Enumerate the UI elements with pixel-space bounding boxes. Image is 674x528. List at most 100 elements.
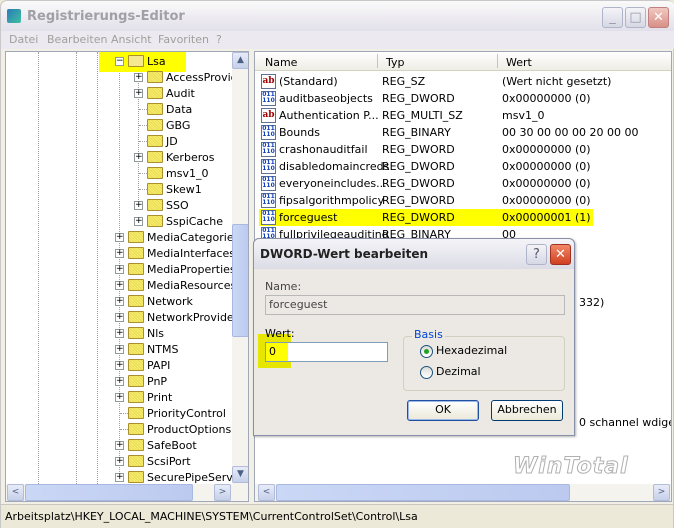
- cancel-button[interactable]: Abbrechen: [491, 400, 563, 421]
- table-row[interactable]: 011 110 everyoneincludes... REG_DWORD 0x0000…: [255, 175, 671, 192]
- tree-item-lsa[interactable]: − Lsa: [110, 53, 230, 70]
- list-horizontal-scrollbar[interactable]: < >: [255, 484, 671, 501]
- menu-help[interactable]: ?: [216, 33, 222, 46]
- expand-icon[interactable]: +: [115, 313, 124, 322]
- key-tree[interactable]: − Lsa + AccessProvide + Audit Data GBG JD + Kerb…: [5, 51, 249, 502]
- tree-item[interactable]: + Nls: [110, 325, 248, 342]
- expand-icon[interactable]: +: [115, 249, 124, 258]
- tree-item[interactable]: + SafeBoot: [110, 437, 248, 454]
- table-row[interactable]: 011 110 disabledomaincreds REG_DWORD 0x00000…: [255, 158, 671, 175]
- tree-item[interactable]: JD: [129, 133, 248, 150]
- tree-horizontal-scrollbar[interactable]: < >: [6, 484, 248, 501]
- column-header-name[interactable]: Name: [265, 56, 297, 69]
- radio-dezimal[interactable]: Dezimal: [420, 365, 520, 380]
- tree-item[interactable]: + Print: [110, 389, 248, 406]
- value-data: 0x00000000 (0): [502, 143, 591, 156]
- scroll-left-button[interactable]: <: [258, 484, 275, 501]
- expand-icon[interactable]: +: [115, 457, 124, 466]
- expand-icon[interactable]: +: [115, 361, 124, 370]
- tree-item[interactable]: GBG: [129, 117, 248, 134]
- table-row[interactable]: 011 110 fipsalgorithmpolicy REG_DWORD 0x0000…: [255, 192, 671, 209]
- tree-vertical-scrollbar[interactable]: ▲ ▼: [232, 52, 248, 484]
- expand-icon[interactable]: +: [115, 393, 124, 402]
- tree-item[interactable]: + NetworkProvider: [110, 309, 248, 326]
- expand-icon[interactable]: +: [134, 217, 143, 226]
- expand-icon[interactable]: +: [115, 441, 124, 450]
- expand-icon[interactable]: +: [115, 329, 124, 338]
- expand-icon[interactable]: +: [115, 233, 124, 242]
- expand-icon[interactable]: +: [115, 265, 124, 274]
- expand-icon[interactable]: +: [115, 377, 124, 386]
- table-row[interactable]: 011 110 forceguest REG_DWORD 0x00000001 (1): [255, 209, 671, 226]
- value-type: REG_DWORD: [382, 211, 455, 224]
- tree-item[interactable]: + MediaProperties: [110, 261, 248, 278]
- tree-item-label: NTMS: [147, 343, 179, 356]
- tree-item[interactable]: Skew1: [129, 181, 248, 198]
- expand-icon[interactable]: +: [115, 297, 124, 306]
- help-button[interactable]: ?: [526, 244, 547, 265]
- column-header-type[interactable]: Typ: [386, 56, 405, 69]
- menu-ansicht[interactable]: Ansicht: [111, 33, 152, 46]
- minimize-button[interactable]: _: [602, 7, 623, 28]
- scroll-up-button[interactable]: ▲: [232, 52, 248, 69]
- menu-favoriten[interactable]: Favoriten: [158, 33, 209, 46]
- dialog-close-button[interactable]: ✕: [550, 244, 571, 265]
- tree-item-label: ProductOptions: [147, 423, 232, 436]
- tree-item-label: Data: [166, 103, 193, 116]
- tree-item[interactable]: + SspiCache: [129, 213, 248, 230]
- value-data: 0x00000001 (1): [502, 211, 591, 224]
- radio-hexadezimal[interactable]: Hexadezimal: [420, 344, 520, 359]
- tree-item[interactable]: + Network: [110, 293, 248, 310]
- menu-bearbeiten[interactable]: Bearbeiten: [47, 33, 107, 46]
- expand-icon[interactable]: +: [115, 281, 124, 290]
- tree-item[interactable]: + AccessProvide: [129, 69, 248, 86]
- expand-icon[interactable]: +: [134, 73, 143, 82]
- tree-item[interactable]: + ScsiPort: [110, 453, 248, 470]
- value-name: forceguest: [279, 211, 338, 224]
- expand-icon[interactable]: +: [134, 201, 143, 210]
- tree-item[interactable]: + PAPI: [110, 357, 248, 374]
- menu-datei[interactable]: Datei: [9, 33, 38, 46]
- scroll-left-button[interactable]: <: [7, 484, 24, 501]
- column-header-value[interactable]: Wert: [506, 56, 532, 69]
- table-row[interactable]: 011 110 Bounds REG_BINARY 00 30 00 00 00 20 …: [255, 124, 671, 141]
- table-row[interactable]: 011 110 auditbaseobjects REG_DWORD 0x0000000…: [255, 90, 671, 107]
- tree-item[interactable]: + Audit: [129, 85, 248, 102]
- ok-button[interactable]: OK: [407, 400, 479, 421]
- close-button[interactable]: ✕: [648, 7, 669, 28]
- scroll-thumb[interactable]: [25, 484, 193, 501]
- tree-item[interactable]: + NTMS: [110, 341, 248, 358]
- tree-item[interactable]: + PnP: [110, 373, 248, 390]
- tree-item[interactable]: PriorityControl: [110, 405, 248, 422]
- string-value-icon: ab: [261, 74, 276, 89]
- tree-item-label: Skew1: [166, 183, 202, 196]
- scroll-thumb[interactable]: [232, 224, 248, 337]
- maximize-button[interactable]: □: [625, 7, 646, 28]
- tree-item-label: GBG: [166, 119, 191, 132]
- dword-edit-dialog: DWORD-Wert bearbeiten ? ✕ Name: forcegue…: [253, 238, 575, 436]
- tree-item[interactable]: + Kerberos: [129, 149, 248, 166]
- expand-icon[interactable]: +: [115, 345, 124, 354]
- tree-item-label: MediaResources: [147, 279, 237, 292]
- tree-item[interactable]: + MediaResources: [110, 277, 248, 294]
- table-row[interactable]: ab Authentication P... REG_MULTI_SZ msv1_0: [255, 107, 671, 124]
- scroll-right-button[interactable]: >: [653, 484, 670, 501]
- collapse-icon[interactable]: −: [115, 57, 124, 66]
- scroll-right-button[interactable]: >: [214, 484, 231, 501]
- scroll-thumb[interactable]: [276, 484, 570, 501]
- tree-item[interactable]: Data: [129, 101, 248, 118]
- expand-icon[interactable]: +: [134, 153, 143, 162]
- tree-item[interactable]: + MediaInterfaces: [110, 245, 248, 262]
- expand-icon[interactable]: +: [134, 89, 143, 98]
- tree-item[interactable]: + MediaCategories: [110, 229, 248, 246]
- value-input[interactable]: 0: [265, 342, 388, 362]
- value-name: Bounds: [279, 126, 320, 139]
- partial-value: 332): [579, 296, 605, 309]
- tree-item[interactable]: ProductOptions: [110, 421, 248, 438]
- table-row[interactable]: 011 110 crashonauditfail REG_DWORD 0x0000000…: [255, 141, 671, 158]
- expand-icon[interactable]: +: [115, 473, 124, 482]
- tree-item[interactable]: msv1_0: [129, 165, 248, 182]
- scroll-down-button[interactable]: ▼: [232, 466, 248, 483]
- table-row[interactable]: ab (Standard) REG_SZ (Wert nicht gesetzt): [255, 73, 671, 90]
- tree-item[interactable]: + SSO: [129, 197, 248, 214]
